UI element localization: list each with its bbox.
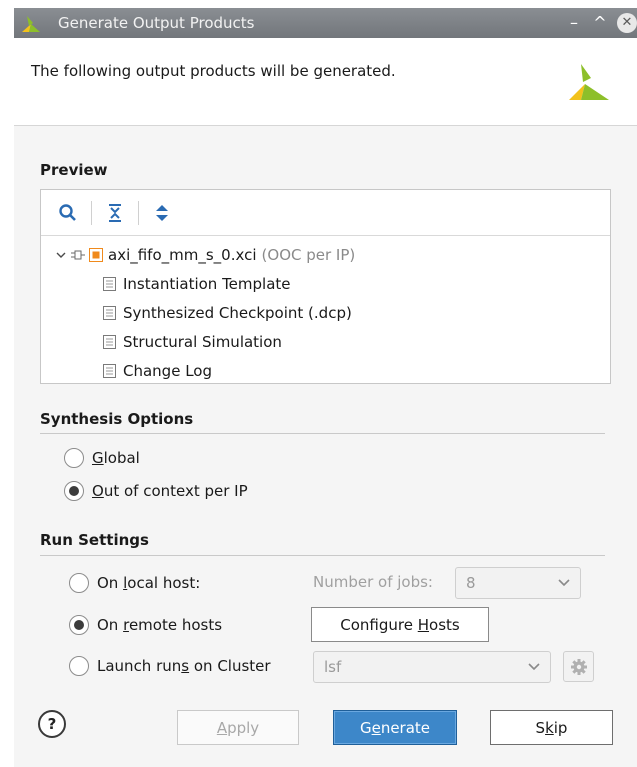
collapse-all-icon[interactable] [102, 200, 128, 226]
jobs-label: Number of jobs: [313, 573, 433, 591]
jobs-select-value: 8 [466, 574, 476, 592]
radio-button[interactable] [69, 615, 89, 635]
jobs-select[interactable]: 8 [455, 567, 581, 599]
radio-button[interactable] [69, 573, 89, 593]
tree-child-label: Structural Simulation [123, 332, 282, 351]
tree-child-item[interactable]: Structural Simulation [41, 327, 610, 356]
document-icon [103, 334, 116, 349]
window-title: Generate Output Products [58, 14, 255, 32]
radio-global[interactable]: Global [64, 448, 140, 468]
document-icon [103, 363, 116, 378]
close-button[interactable]: ✕ [617, 13, 637, 33]
chevron-down-icon[interactable] [55, 249, 67, 261]
dialog-header: The following output products will be ge… [14, 38, 637, 126]
radio-local-host-label: On local host: [97, 574, 201, 592]
apply-button[interactable]: Apply [177, 710, 299, 745]
radio-button[interactable] [64, 448, 84, 468]
radio-cluster-label: Launch runs on Cluster [97, 657, 271, 675]
skip-button[interactable]: Skip [490, 710, 613, 745]
ip-core-icon [89, 247, 103, 262]
document-icon [103, 305, 116, 320]
radio-button[interactable] [69, 656, 89, 676]
tree-root-item[interactable]: axi_fifo_mm_s_0.xci (OOC per IP) [41, 240, 610, 269]
vivado-app-icon [22, 16, 40, 32]
tree-child-label: Instantiation Template [123, 274, 291, 293]
cluster-select[interactable]: lsf [313, 651, 551, 683]
document-icon [103, 276, 116, 291]
preview-panel: axi_fifo_mm_s_0.xci (OOC per IP) Instant… [40, 189, 611, 384]
cluster-select-value: lsf [324, 658, 342, 676]
radio-out-of-context[interactable]: Out of context per IP [64, 481, 248, 501]
window-controls: – ^ ✕ [565, 13, 637, 33]
section-divider [40, 555, 605, 556]
generate-button[interactable]: Generate [333, 710, 457, 745]
toolbar-separator [138, 200, 139, 225]
minimize-button[interactable]: – [565, 14, 583, 32]
help-button[interactable]: ? [38, 710, 66, 738]
maximize-button[interactable]: ^ [591, 14, 609, 32]
search-icon[interactable] [55, 200, 81, 226]
radio-remote-hosts-label: On remote hosts [97, 616, 223, 634]
tree-child-item[interactable]: Change Log [41, 356, 610, 385]
radio-launch-cluster[interactable]: Launch runs on Cluster [69, 656, 271, 676]
cluster-settings-button[interactable] [563, 651, 594, 682]
gear-icon [570, 658, 587, 675]
synthesis-options-title: Synthesis Options [40, 410, 194, 428]
title-bar: Generate Output Products – ^ ✕ [14, 8, 637, 38]
preview-title: Preview [40, 161, 108, 179]
vivado-logo-icon [569, 64, 609, 100]
tree-child-item[interactable]: Synthesized Checkpoint (.dcp) [41, 298, 610, 327]
preview-toolbar [41, 190, 610, 236]
tree-child-label: Change Log [123, 361, 212, 380]
section-divider [40, 433, 605, 434]
tree-child-label: Synthesized Checkpoint (.dcp) [123, 303, 352, 322]
radio-global-label: Global [92, 449, 140, 467]
radio-remote-hosts[interactable]: On remote hosts [69, 615, 222, 635]
chevron-down-icon [558, 579, 570, 587]
radio-button[interactable] [64, 481, 84, 501]
ip-file-name: axi_fifo_mm_s_0.xci [108, 245, 257, 264]
toolbar-separator [91, 200, 92, 225]
configure-hosts-button[interactable]: Configure Hosts [311, 607, 489, 642]
radio-ooc-label: Out of context per IP [92, 482, 248, 500]
header-description: The following output products will be ge… [31, 62, 396, 80]
ip-file-note: (OOC per IP) [261, 245, 356, 264]
expand-all-icon[interactable] [149, 200, 175, 226]
hierarchy-icon [71, 250, 85, 259]
radio-local-host[interactable]: On local host: [69, 573, 200, 593]
run-settings-title: Run Settings [40, 531, 149, 549]
chevron-down-icon [528, 663, 540, 671]
preview-tree: axi_fifo_mm_s_0.xci (OOC per IP) Instant… [41, 236, 610, 385]
tree-child-item[interactable]: Instantiation Template [41, 269, 610, 298]
